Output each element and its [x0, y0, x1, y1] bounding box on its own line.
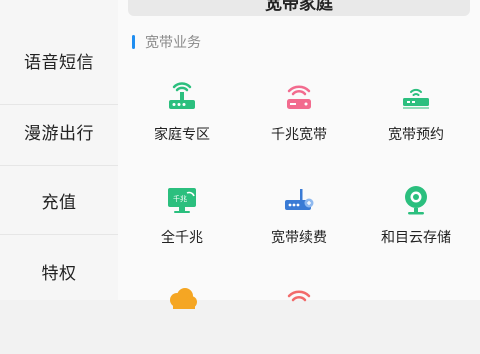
grid-item-label: 和目云存储 — [381, 230, 451, 246]
section-accent-bar — [132, 35, 135, 49]
grid-item-cloud-storage[interactable]: 和目云存储 — [356, 183, 476, 253]
grid-item-broadband-booking[interactable]: 宽带预约 — [356, 80, 476, 150]
grid-item-partial-1[interactable] — [122, 284, 242, 354]
sidebar-item-label: 语音短信 — [24, 52, 94, 73]
grid-item-home-zone[interactable]: 家庭专区 — [122, 80, 242, 150]
category-banner: 宽带家庭 — [128, 0, 470, 16]
sidebar-item-recharge[interactable]: 充值 — [0, 175, 118, 225]
cloud-icon — [170, 288, 197, 309]
divider — [0, 165, 118, 166]
section-header: 宽带业务 — [132, 33, 201, 51]
grid-item-label: 家庭专区 — [154, 127, 210, 143]
divider — [0, 234, 118, 235]
wifi-icon — [287, 290, 311, 302]
monitor-text: 千兆 — [173, 194, 187, 203]
grid-item-label: 宽带续费 — [271, 230, 327, 246]
monitor-gigabit-icon: 千兆 — [168, 188, 196, 213]
grid-item-label: 千兆宽带 — [271, 127, 327, 143]
grid-item-partial-2[interactable] — [239, 284, 359, 354]
sidebar-item-label: 特权 — [41, 263, 77, 284]
sidebar-item-roaming[interactable]: 漫游出行 — [0, 106, 118, 156]
section-title: 宽带业务 — [145, 35, 201, 51]
camera-icon — [405, 186, 427, 215]
sidebar-item-label: 漫游出行 — [24, 123, 94, 144]
main-panel: 宽带家庭 宽带业务 家庭专区 千兆宽带 宽带预约 千兆 全千兆 宽带续费 和目云… — [118, 0, 480, 309]
divider — [0, 104, 118, 105]
grid-item-label: 宽带预约 — [388, 127, 444, 143]
router-renew-icon — [285, 189, 314, 210]
sidebar-item-voice-sms[interactable]: 语音短信 — [0, 35, 118, 85]
sidebar-item-label: 充值 — [41, 192, 77, 213]
grid-item-broadband-renewal[interactable]: 宽带续费 — [239, 183, 359, 253]
sidebar: 语音短信 漫游出行 充值 特权 — [0, 0, 118, 300]
wifi-router-icon — [287, 85, 311, 109]
router-icon — [169, 82, 195, 109]
grid-item-all-gigabit[interactable]: 千兆 全千兆 — [122, 183, 242, 253]
grid-item-gigabit-broadband[interactable]: 千兆宽带 — [239, 80, 359, 150]
sidebar-item-privileges[interactable]: 特权 — [0, 246, 118, 296]
modem-icon — [403, 88, 429, 109]
banner-title: 宽带家庭 — [265, 0, 333, 14]
grid-item-label: 全千兆 — [161, 230, 203, 246]
